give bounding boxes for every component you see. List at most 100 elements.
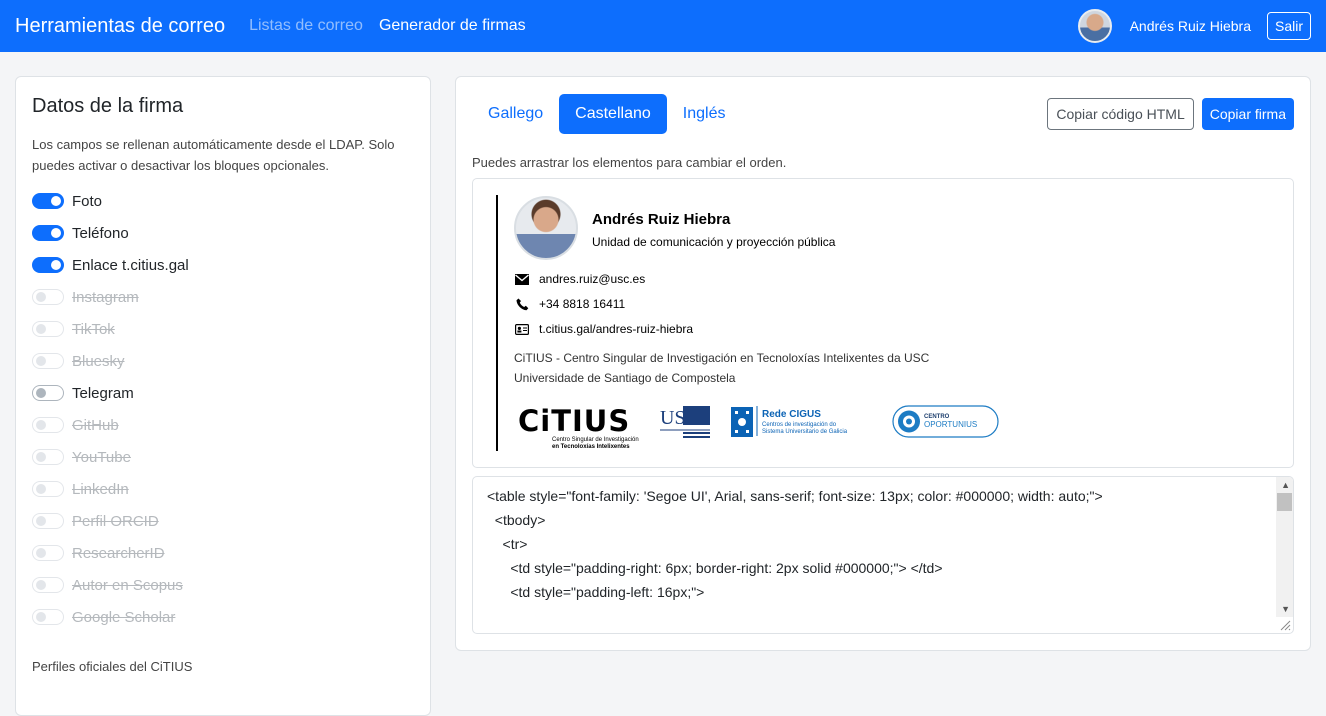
top-navbar: Herramientas de correo Listas de correo … <box>0 0 1326 52</box>
copy-actions: Copiar código HTML Copiar firma <box>1047 98 1294 130</box>
scroll-up-icon[interactable]: ▲ <box>1281 480 1290 490</box>
toggle-row: TikTok <box>32 313 414 345</box>
tab-gallego[interactable]: Gallego <box>472 94 559 134</box>
toggle-row: Google Scholar <box>32 601 414 633</box>
toggle-label: Instagram <box>72 288 139 306</box>
toggle-switch <box>32 481 64 497</box>
nav-link-signature-generator[interactable]: Generador de firmas <box>379 17 526 35</box>
toggle-row: Perfil ORCID <box>32 505 414 537</box>
toggle-label: Foto <box>72 192 103 210</box>
code-line-4: <td style="padding-right: 6px; border-ri… <box>487 560 943 576</box>
toggle-label: YouTube <box>72 448 131 466</box>
oportunius-logo-bottom: OPORTUNIUS <box>924 420 977 429</box>
toggle-label: Autor en Scopus <box>72 576 183 594</box>
oportunius-logo: CENTRO OPORTUNIUS <box>892 405 999 438</box>
code-scrollbar[interactable]: ▲ ▼ <box>1276 477 1293 617</box>
cigus-logo-sub2: Sistema Universitario de Galicia <box>762 429 848 435</box>
toggle-switch <box>32 353 64 369</box>
code-line-5: <td style="padding-left: 16px;"> <box>487 584 705 600</box>
toggle-label: ResearcherID <box>72 544 165 562</box>
toggle-switch[interactable] <box>32 385 64 401</box>
toggle-switch[interactable] <box>32 257 64 273</box>
toggle-row: Instagram <box>32 281 414 313</box>
cigus-logo: Rede CIGUS Centros de investigación do S… <box>731 406 848 437</box>
user-avatar <box>1077 9 1112 43</box>
toggle-row[interactable]: Teléfono <box>32 217 414 249</box>
toggle-label: Teléfono <box>72 224 129 242</box>
html-code-textarea[interactable]: <table style="font-family: 'Segoe UI', A… <box>472 476 1294 634</box>
panel-title: Datos de la firma <box>32 95 184 117</box>
toggle-row[interactable]: Enlace t.citius.gal <box>32 249 414 281</box>
toggle-row: LinkedIn <box>32 473 414 505</box>
toggle-switch <box>32 545 64 561</box>
signature-link-row[interactable]: t.citius.gal/andres-ruiz-hiebra <box>514 322 693 336</box>
toggle-row[interactable]: Telegram <box>32 377 414 409</box>
signature-phone: +34 8818 16411 <box>539 297 626 311</box>
toggle-row: YouTube <box>32 441 414 473</box>
toggle-row: ResearcherID <box>32 537 414 569</box>
toggle-row[interactable]: Foto <box>32 185 414 217</box>
toggle-switch <box>32 289 64 305</box>
envelope-icon <box>514 273 530 285</box>
user-area: Andrés Ruiz Hiebra Salir <box>1077 9 1311 43</box>
brand-title[interactable]: Herramientas de correo <box>15 15 225 38</box>
signature-org-line-2: Universidade de Santiago de Compostela <box>514 371 736 385</box>
panel-description: Los campos se rellenan automáticamente d… <box>32 137 395 173</box>
toggle-switch <box>32 417 64 433</box>
citius-logo: CiTIUS Centro Singular de Investigación … <box>518 404 639 450</box>
signature-role: Unidad de comunicación y proyección públ… <box>592 235 836 249</box>
toggle-row: Autor en Scopus <box>32 569 414 601</box>
citius-logo-text: CiTIUS <box>518 404 630 438</box>
signature-photo[interactable] <box>514 196 578 260</box>
language-tabs: Gallego Castellano Inglés Copiar código … <box>472 93 1294 135</box>
cigus-logo-title: Rede CIGUS <box>762 409 821 420</box>
toggle-label: Google Scholar <box>72 608 176 626</box>
nav-link-mailing-lists[interactable]: Listas de correo <box>249 17 363 35</box>
scroll-thumb[interactable] <box>1277 493 1292 511</box>
citius-logo-sub2: en Tecnoloxías Intelixentes <box>552 444 630 450</box>
signature-link: t.citius.gal/andres-ruiz-hiebra <box>539 322 694 336</box>
toggle-switch <box>32 577 64 593</box>
signature-email-row[interactable]: andres.ruiz@usc.es <box>514 272 645 286</box>
code-line-3: <tr> <box>487 536 528 552</box>
code-line-2: <tbody> <box>487 512 546 528</box>
toggle-label: LinkedIn <box>72 480 129 498</box>
copy-html-button[interactable]: Copiar código HTML <box>1047 98 1194 130</box>
usc-logo: USC <box>660 406 710 438</box>
signature-preview: Andrés Ruiz Hiebra Unidad de comunicació… <box>472 178 1294 468</box>
phone-icon <box>514 298 530 310</box>
signature-phone-row[interactable]: +34 8818 16411 <box>514 297 625 311</box>
tab-ingles[interactable]: Inglés <box>667 94 742 134</box>
toggle-label: Perfil ORCID <box>72 512 159 530</box>
signature-org-line-1: CiTIUS - Centro Singular de Investigació… <box>514 351 930 365</box>
code-line-1: <table style="font-family: 'Segoe UI', A… <box>487 488 1103 504</box>
signature-divider <box>496 195 498 451</box>
toggle-row: Bluesky <box>32 345 414 377</box>
tab-castellano[interactable]: Castellano <box>559 94 667 134</box>
resize-handle-icon[interactable] <box>1279 619 1291 631</box>
toggle-label: TikTok <box>72 320 115 338</box>
toggle-switch <box>32 449 64 465</box>
toggle-switch <box>32 609 64 625</box>
toggle-label: Telegram <box>72 384 134 402</box>
cigus-logo-sub1: Centros de investigación do <box>762 422 837 428</box>
toggle-switch <box>32 513 64 529</box>
scroll-down-icon[interactable]: ▼ <box>1281 604 1290 614</box>
drag-hint: Puedes arrastrar los elementos para camb… <box>472 155 787 170</box>
signature-email: andres.ruiz@usc.es <box>539 272 646 286</box>
official-profiles-title: Perfiles oficiales del CiTIUS <box>32 659 193 674</box>
toggle-label: GitHub <box>72 416 119 434</box>
toggle-switch <box>32 321 64 337</box>
id-card-icon <box>514 323 530 335</box>
toggle-switch[interactable] <box>32 193 64 209</box>
toggle-label: Enlace t.citius.gal <box>72 256 189 274</box>
toggle-switch[interactable] <box>32 225 64 241</box>
citius-logo-sub1: Centro Singular de Investigación <box>552 437 639 443</box>
toggle-row: GitHub <box>32 409 414 441</box>
copy-signature-button[interactable]: Copiar firma <box>1201 98 1294 130</box>
logout-button[interactable]: Salir <box>1266 12 1311 40</box>
institution-logos: CiTIUS Centro Singular de Investigación … <box>518 404 999 450</box>
toggle-label: Bluesky <box>72 352 125 370</box>
toggle-list: Foto Teléfono Enlace t.citius.gal Instagram… <box>32 185 414 633</box>
user-name: Andrés Ruiz Hiebra <box>1129 18 1251 34</box>
